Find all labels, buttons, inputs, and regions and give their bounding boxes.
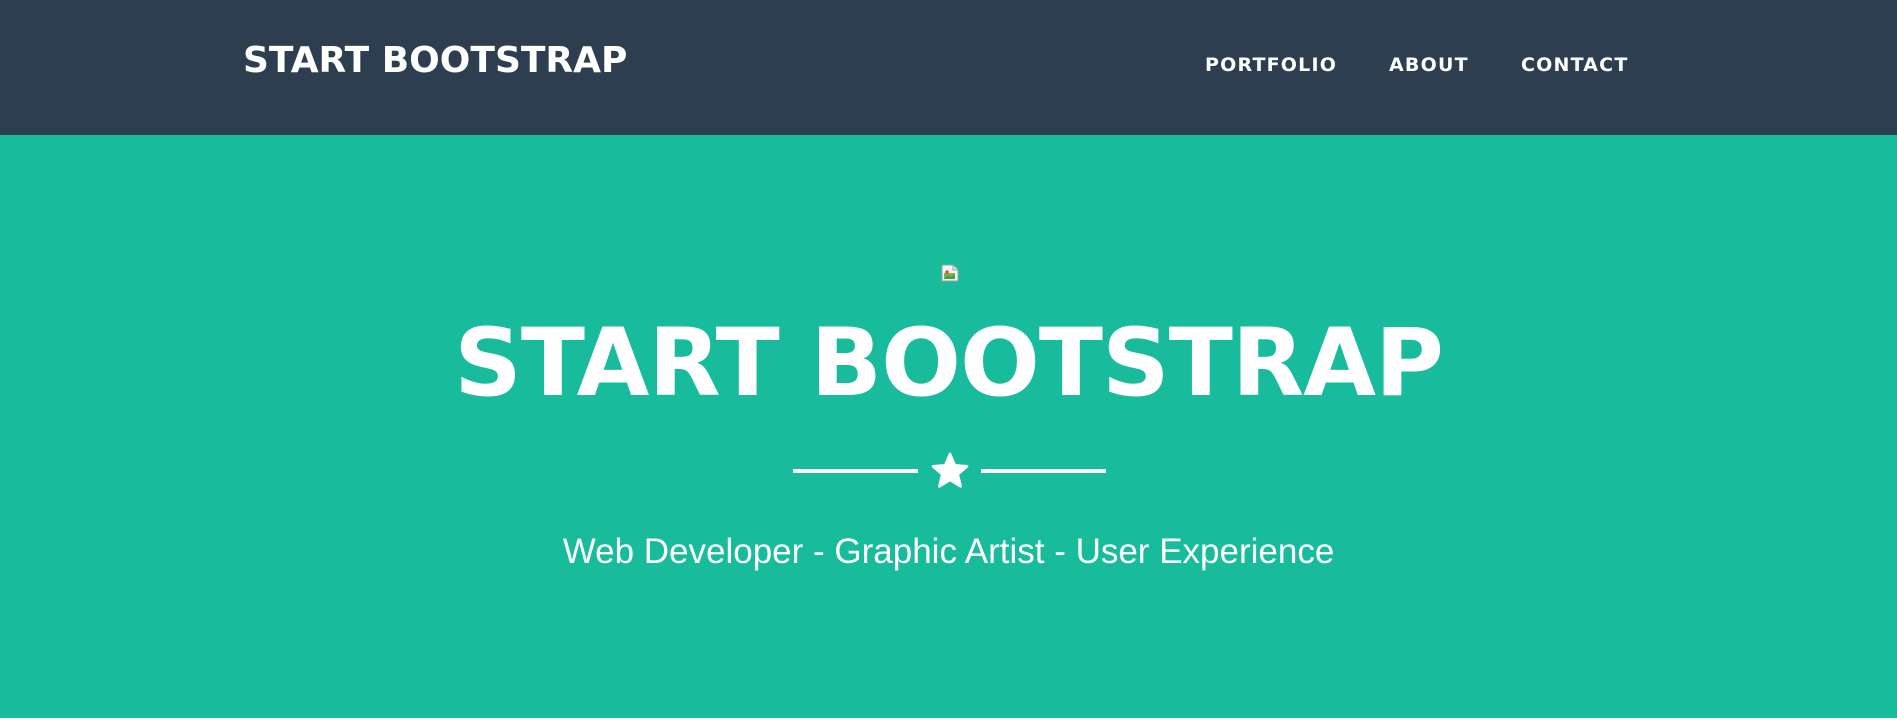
navbar: START BOOTSTRAP PORTFOLIO ABOUT CONTACT — [0, 0, 1897, 135]
nav-link-about[interactable]: ABOUT — [1389, 50, 1469, 80]
broken-image-icon — [941, 264, 959, 282]
hero-subtitle: Web Developer - Graphic Artist - User Ex… — [562, 532, 1335, 571]
star-divider — [793, 448, 1106, 494]
nav-link-portfolio[interactable]: PORTFOLIO — [1205, 50, 1337, 80]
nav-link-contact[interactable]: CONTACT — [1521, 50, 1629, 80]
hero-title: START BOOTSTRAP — [454, 309, 1444, 418]
divider-line-left — [793, 469, 918, 473]
nav-links: PORTFOLIO ABOUT CONTACT — [0, 50, 1897, 80]
divider-line-right — [981, 469, 1106, 473]
hero-section — [0, 135, 1897, 718]
star-icon — [931, 452, 969, 488]
